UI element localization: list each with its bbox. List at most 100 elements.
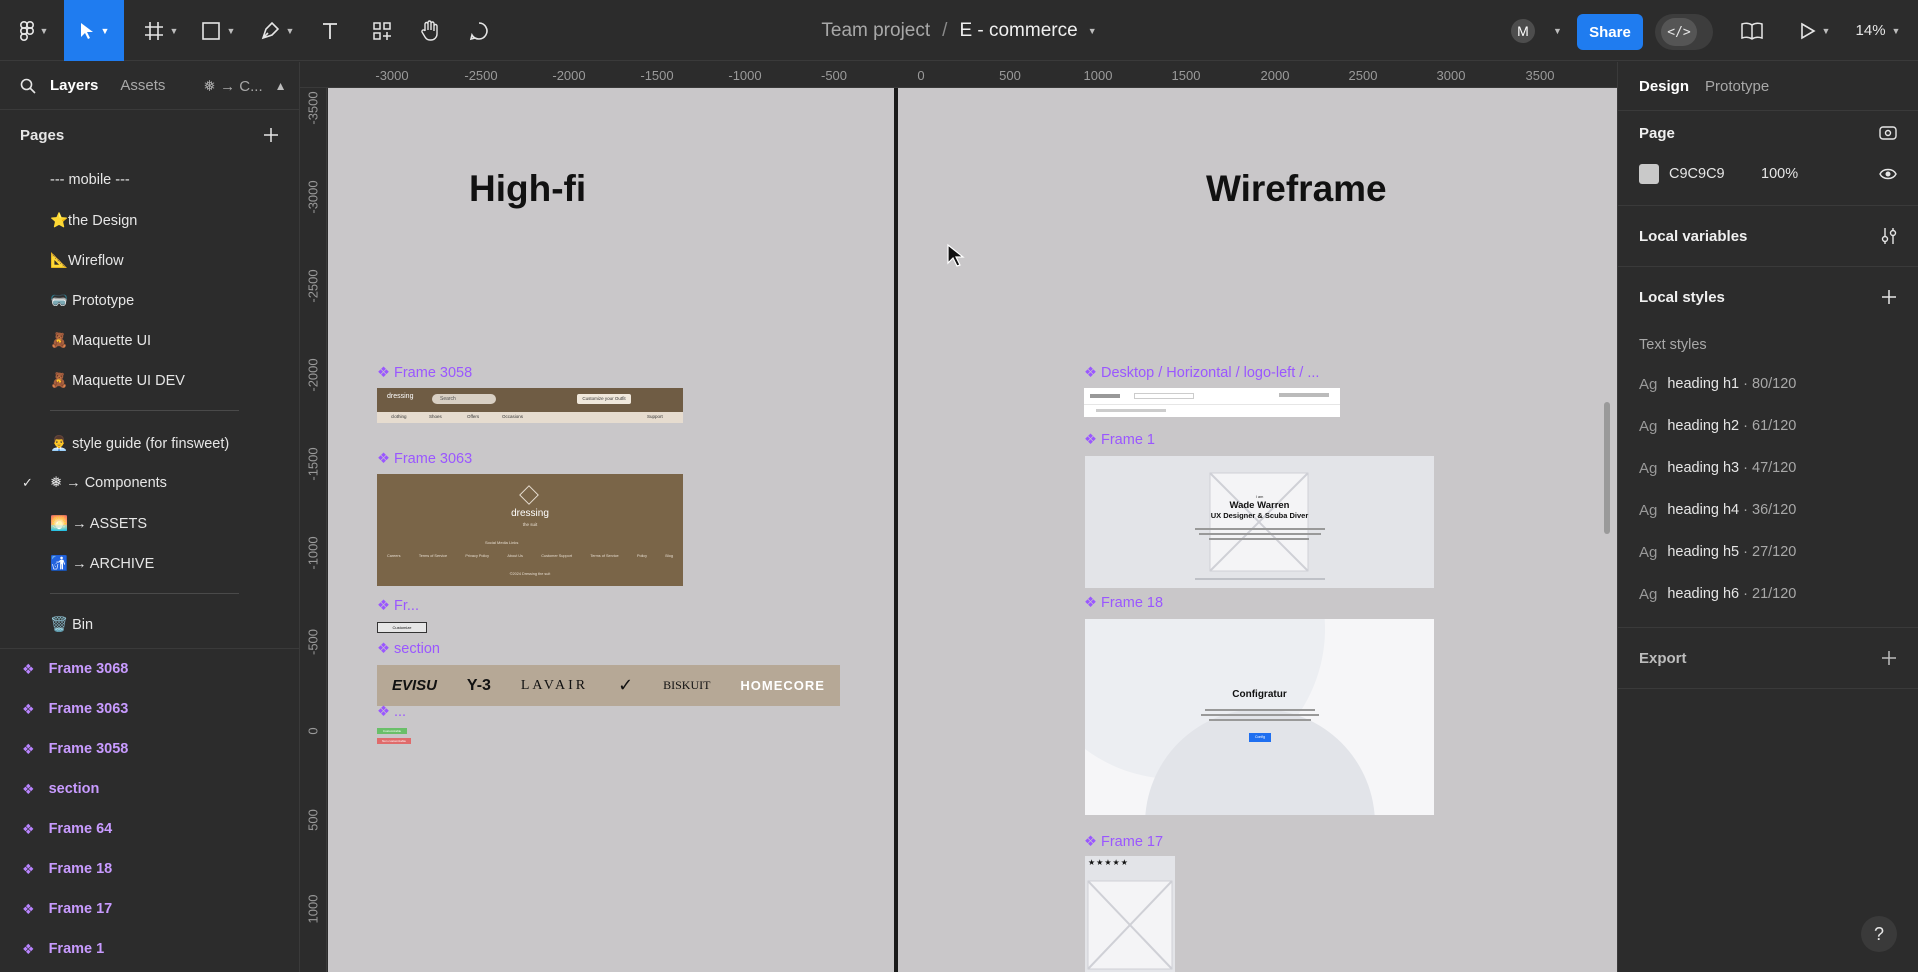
move-tool-button[interactable]: ▼ bbox=[64, 0, 124, 61]
search-icon[interactable] bbox=[20, 78, 36, 94]
footer-link: About Us bbox=[507, 554, 523, 558]
page-color-hex[interactable]: C9C9C9 bbox=[1669, 166, 1761, 182]
chevron-down-icon[interactable]: ▼ bbox=[1088, 26, 1097, 36]
page-item[interactable]: 🧸 Maquette UI bbox=[0, 320, 299, 360]
layer-row[interactable]: ❖ Frame 3063 bbox=[0, 689, 299, 729]
local-styles-section: Local styles Text styles Ag heading h1 · … bbox=[1618, 267, 1918, 628]
frame-3063[interactable]: dressing the suit Social Media Links Car… bbox=[377, 474, 683, 586]
add-page-icon[interactable] bbox=[263, 127, 279, 143]
frame-17[interactable]: ★★★★★ bbox=[1085, 856, 1175, 972]
variables-icon[interactable] bbox=[1881, 227, 1897, 245]
frame-label[interactable]: ❖... bbox=[377, 704, 406, 720]
text-style-row[interactable]: Ag heading h4 · 36/120 bbox=[1639, 489, 1897, 531]
main-menu-button[interactable]: ▼ bbox=[14, 0, 54, 61]
tag-customizable[interactable]: Customizable bbox=[377, 728, 407, 734]
zoom-menu[interactable]: 14% ▼ bbox=[1850, 0, 1906, 61]
frame-label[interactable]: ❖ Desktop / Horizontal / logo-left / ... bbox=[1084, 365, 1319, 381]
frame-label[interactable]: ❖ Frame 17 bbox=[1084, 834, 1163, 850]
page-item[interactable]: 🌅 → ASSETS bbox=[0, 503, 299, 543]
tab-assets[interactable]: Assets bbox=[120, 77, 165, 94]
comment-tool-button[interactable] bbox=[462, 0, 496, 61]
help-button[interactable]: ? bbox=[1861, 916, 1897, 952]
left-panel-tabs: Layers Assets ❅ → C... ▲ bbox=[0, 62, 299, 110]
page-item[interactable]: ⭐the Design bbox=[0, 200, 299, 240]
eye-icon[interactable] bbox=[1879, 167, 1897, 181]
page-opacity[interactable]: 100% bbox=[1761, 166, 1879, 182]
share-button[interactable]: Share bbox=[1577, 14, 1643, 50]
layer-row[interactable]: ❖ Frame 18 bbox=[0, 849, 299, 889]
canvas-scrollbar[interactable] bbox=[1604, 402, 1610, 534]
play-icon bbox=[1800, 22, 1816, 39]
frame-1[interactable]: I am Wade Warren UX Designer & Scuba Div… bbox=[1085, 456, 1434, 588]
footer-link: Terms of Service bbox=[590, 554, 619, 558]
tab-prototype[interactable]: Prototype bbox=[1705, 78, 1769, 95]
frame-label[interactable]: ❖ Frame 18 bbox=[1084, 595, 1163, 611]
frame-label[interactable]: ❖ Frame 3058 bbox=[377, 365, 472, 381]
component-icon: ❖ bbox=[22, 780, 35, 797]
project-name[interactable]: Team project bbox=[821, 20, 930, 42]
library-button[interactable] bbox=[1737, 0, 1767, 61]
frame-icon bbox=[144, 21, 163, 40]
layer-row[interactable]: ❖ section bbox=[0, 769, 299, 809]
wireframe-nav[interactable] bbox=[1084, 388, 1340, 417]
chevron-up-icon[interactable]: ▲ bbox=[275, 79, 287, 93]
frame-tool-button[interactable]: ▼ bbox=[140, 0, 182, 61]
text-style-row[interactable]: Ag heading h1 · 80/120 bbox=[1639, 363, 1897, 405]
ruler-label: 0 bbox=[917, 68, 925, 83]
layer-row[interactable]: ❖ Frame 3058 bbox=[0, 729, 299, 769]
shape-tool-button[interactable]: ▼ bbox=[196, 0, 240, 61]
chevron-down-icon[interactable]: ▼ bbox=[1553, 26, 1562, 36]
page-color-row[interactable]: C9C9C9 100% bbox=[1639, 155, 1897, 193]
page-item[interactable]: --- mobile --- bbox=[0, 160, 299, 200]
page-item[interactable]: 🚮 → ARCHIVE bbox=[0, 543, 299, 583]
dev-mode-toggle[interactable]: </> bbox=[1655, 14, 1713, 50]
brand-section[interactable]: EVISU Y-3 LAVAIR ✓ BISKUIT HOMECORE bbox=[377, 665, 840, 706]
layer-row[interactable]: ❖ Frame 64 bbox=[0, 809, 299, 849]
text-styles-title: Text styles bbox=[1639, 337, 1707, 353]
text-style-row[interactable]: Ag heading h6 · 21/120 bbox=[1639, 573, 1897, 615]
current-page-selector[interactable]: ❅ → C... bbox=[203, 77, 262, 95]
preview-icon[interactable] bbox=[1879, 125, 1897, 141]
ruler-label: -1000 bbox=[305, 536, 321, 570]
page-item[interactable]: 🥽 Prototype bbox=[0, 280, 299, 320]
tab-design[interactable]: Design bbox=[1639, 78, 1689, 95]
layer-row[interactable]: ❖ Frame 1 bbox=[0, 929, 299, 969]
chevron-down-icon: ▼ bbox=[1891, 25, 1901, 36]
frame-18[interactable]: Configratur Config bbox=[1085, 619, 1434, 815]
text-style-row[interactable]: Ag heading h5 · 27/120 bbox=[1639, 531, 1897, 573]
present-button[interactable]: ▼ bbox=[1795, 0, 1835, 61]
page-item[interactable]: 👨‍💼 style guide (for finsweet) bbox=[0, 423, 299, 463]
avatar[interactable]: M bbox=[1511, 19, 1535, 43]
frame-label[interactable]: ❖ section bbox=[377, 641, 440, 657]
ruler-top[interactable]: -3000 -2500 -2000 -1500 -1000 -500 0 500… bbox=[300, 62, 1617, 88]
hand-tool-button[interactable] bbox=[413, 0, 447, 61]
layer-row[interactable]: ❖ Frame 17 bbox=[0, 889, 299, 929]
page-item[interactable]: 🗑️ Bin bbox=[0, 604, 299, 644]
frame-label[interactable]: ❖ Frame 1 bbox=[1084, 432, 1155, 448]
canvas[interactable]: High-fi Wireframe ❖ Frame 3058 dressing S… bbox=[328, 88, 1617, 972]
file-name[interactable]: E - commerce bbox=[959, 20, 1077, 42]
color-swatch[interactable] bbox=[1639, 164, 1659, 184]
text-placeholder bbox=[1201, 714, 1319, 716]
brand-logo: LAVAIR bbox=[520, 677, 589, 693]
tag-non-customizable[interactable]: Non customizable bbox=[377, 738, 411, 744]
add-export-icon[interactable] bbox=[1881, 650, 1897, 666]
page-item-selected[interactable]: ✓ ❅ → Components bbox=[0, 463, 299, 503]
add-style-icon[interactable] bbox=[1881, 289, 1897, 305]
book-icon bbox=[1741, 22, 1763, 40]
customize-button-component[interactable]: Customize bbox=[377, 622, 427, 633]
ruler-left[interactable]: -3500 -3000 -2500 -2000 -1500 -1000 -500… bbox=[300, 88, 327, 972]
text-style-row[interactable]: Ag heading h3 · 47/120 bbox=[1639, 447, 1897, 489]
text-style-row[interactable]: Ag heading h2 · 61/120 bbox=[1639, 405, 1897, 447]
text-tool-button[interactable] bbox=[313, 0, 347, 61]
resources-button[interactable] bbox=[365, 0, 399, 61]
frame-label[interactable]: ❖ Frame 3063 bbox=[377, 451, 472, 467]
tab-layers[interactable]: Layers bbox=[50, 77, 98, 94]
page-item[interactable]: 🧸 Maquette UI DEV bbox=[0, 360, 299, 400]
page-item[interactable]: 📐Wireflow bbox=[0, 240, 299, 280]
frame-3058[interactable]: dressing Search Customize your Outfit cl… bbox=[377, 388, 683, 423]
frame-label[interactable]: ❖ Fr... bbox=[377, 598, 419, 614]
layer-row[interactable]: ❖ Frame 3068 bbox=[0, 649, 299, 689]
pen-tool-button[interactable]: ▼ bbox=[255, 0, 299, 61]
local-variables-header[interactable]: Local variables bbox=[1639, 206, 1897, 266]
